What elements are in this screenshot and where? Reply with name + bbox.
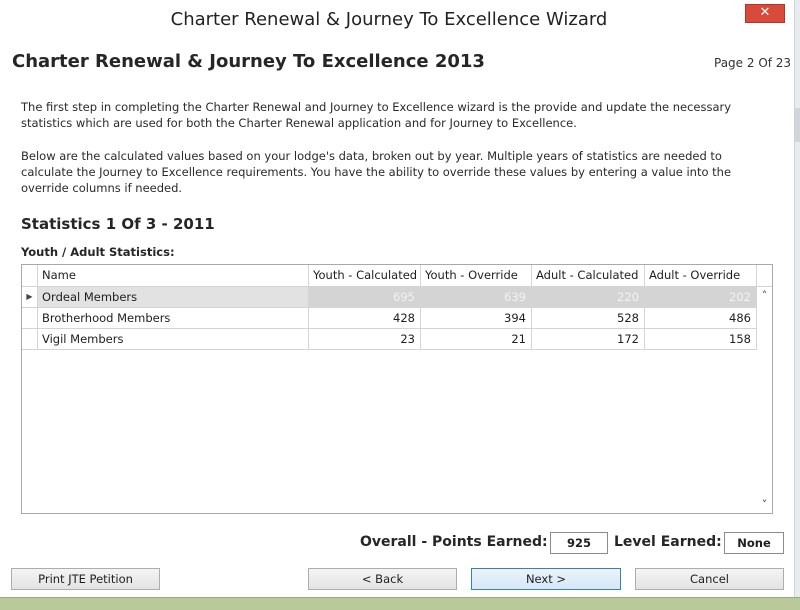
scroll-up-icon[interactable]: ˄	[757, 289, 772, 302]
grid-header-row: Name Youth - Calculated Youth - Override…	[22, 265, 757, 287]
table-row[interactable]: ▶ Ordeal Members 695 639 220 202	[22, 287, 757, 308]
row-selected-icon: ▶	[26, 292, 33, 301]
scroll-down-icon[interactable]: ˅	[757, 498, 772, 511]
window-title: Charter Renewal & Journey To Excellence …	[170, 9, 608, 30]
intro-paragraph: The first step in completing the Charter…	[21, 100, 732, 130]
close-button[interactable]: ✕	[745, 4, 785, 23]
level-earned-value: None	[724, 532, 784, 554]
column-header-name[interactable]: Name	[38, 265, 309, 287]
print-jte-petition-button[interactable]: Print JTE Petition	[11, 568, 160, 590]
page-counter: Page 2 Of 23	[714, 56, 792, 70]
cell-adult-calculated: 172	[532, 329, 645, 350]
points-earned-value: 925	[550, 532, 608, 554]
cell-youth-calculated: 23	[309, 329, 421, 350]
instructions-paragraph: Below are the calculated values based on…	[21, 149, 732, 195]
table-row[interactable]: Vigil Members 23 21 172 158	[22, 329, 757, 350]
background-window-edge	[794, 0, 800, 597]
cell-youth-calculated: 695	[309, 287, 421, 308]
next-button[interactable]: Next >	[471, 568, 621, 590]
column-header-adult-calculated[interactable]: Adult - Calculated	[532, 265, 645, 287]
cell-adult-override[interactable]: 486	[645, 308, 757, 329]
cell-adult-calculated: 220	[532, 287, 645, 308]
cell-adult-override[interactable]: 158	[645, 329, 757, 350]
cell-name: Brotherhood Members	[38, 308, 309, 329]
column-header-youth-override[interactable]: Youth - Override	[421, 265, 532, 287]
sub-heading: Youth / Adult Statistics:	[21, 245, 175, 259]
title-bar: Charter Renewal & Journey To Excellence …	[0, 0, 800, 42]
level-earned-label: Level Earned:	[614, 534, 722, 550]
statistics-grid[interactable]: Name Youth - Calculated Youth - Override…	[21, 264, 773, 514]
taskbar-strip	[0, 597, 800, 610]
points-earned-label: Overall - Points Earned:	[360, 534, 548, 550]
cell-adult-override[interactable]: 202	[645, 287, 757, 308]
cancel-button[interactable]: Cancel	[635, 568, 784, 590]
row-indicator: ▶	[22, 287, 38, 308]
grid-scrollbar[interactable]: ˄ ˅	[757, 287, 772, 513]
cell-youth-override[interactable]: 639	[421, 287, 532, 308]
section-heading: Statistics 1 Of 3 - 2011	[21, 215, 215, 233]
row-indicator	[22, 308, 38, 329]
table-row[interactable]: Brotherhood Members 428 394 528 486	[22, 308, 757, 329]
cell-youth-override[interactable]: 394	[421, 308, 532, 329]
cell-youth-override[interactable]: 21	[421, 329, 532, 350]
column-header-adult-override[interactable]: Adult - Override	[645, 265, 757, 287]
row-indicator	[22, 329, 38, 350]
cell-name: Ordeal Members	[38, 287, 309, 308]
column-header-youth-calculated[interactable]: Youth - Calculated	[309, 265, 421, 287]
cell-youth-calculated: 428	[309, 308, 421, 329]
page-heading: Charter Renewal & Journey To Excellence …	[12, 51, 485, 72]
header-indicator-cell	[22, 265, 38, 287]
cell-adult-calculated: 528	[532, 308, 645, 329]
back-button[interactable]: < Back	[308, 568, 457, 590]
close-icon: ✕	[759, 5, 771, 20]
cell-name: Vigil Members	[38, 329, 309, 350]
